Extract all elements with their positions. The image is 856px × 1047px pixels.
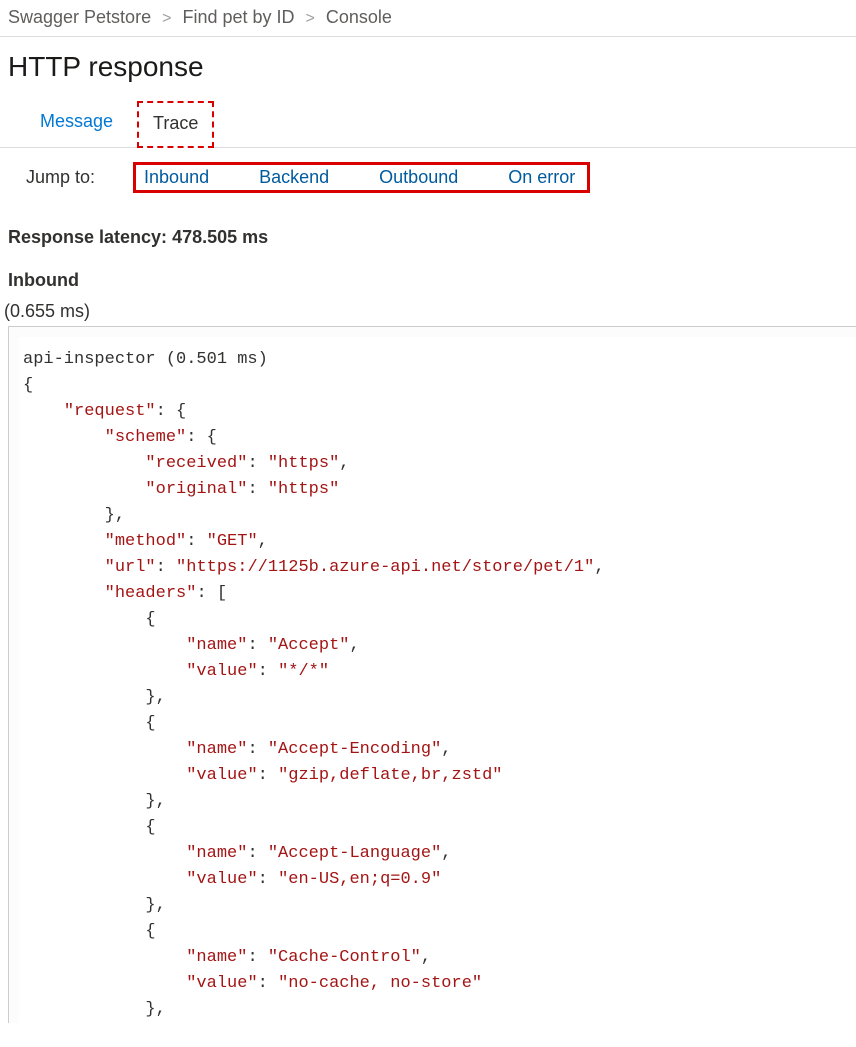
tab-message[interactable]: Message bbox=[26, 101, 127, 147]
latency-label: Response latency: bbox=[8, 227, 167, 247]
trace-json: api-inspector (0.501 ms) { "request": { … bbox=[23, 347, 856, 1023]
jump-to-row: Jump to: Inbound Backend Outbound On err… bbox=[0, 148, 856, 207]
jump-to-outbound[interactable]: Outbound bbox=[379, 167, 458, 188]
code-panel: api-inspector (0.501 ms) { "request": { … bbox=[8, 326, 856, 1023]
chevron-right-icon: > bbox=[306, 10, 315, 27]
jump-to-backend[interactable]: Backend bbox=[259, 167, 329, 188]
response-latency: Response latency: 478.505 ms bbox=[8, 227, 856, 248]
tabs: Message Trace bbox=[0, 101, 856, 148]
section-heading-inbound: Inbound bbox=[8, 270, 856, 291]
tab-trace[interactable]: Trace bbox=[137, 101, 214, 148]
breadcrumb-seg-1[interactable]: Find pet by ID bbox=[182, 7, 294, 27]
jump-to-inbound[interactable]: Inbound bbox=[144, 167, 209, 188]
chevron-right-icon: > bbox=[162, 10, 171, 27]
jump-to-label: Jump to: bbox=[26, 167, 95, 188]
latency-value: 478.505 ms bbox=[172, 227, 268, 247]
section-time-inbound: (0.655 ms) bbox=[4, 301, 856, 322]
page-title: HTTP response bbox=[8, 51, 856, 83]
breadcrumb-seg-2[interactable]: Console bbox=[326, 7, 392, 27]
jump-to-onerror[interactable]: On error bbox=[508, 167, 575, 188]
breadcrumb[interactable]: Swagger Petstore > Find pet by ID > Cons… bbox=[0, 0, 856, 37]
jump-to-links: Inbound Backend Outbound On error bbox=[133, 162, 590, 193]
breadcrumb-seg-0[interactable]: Swagger Petstore bbox=[8, 7, 151, 27]
